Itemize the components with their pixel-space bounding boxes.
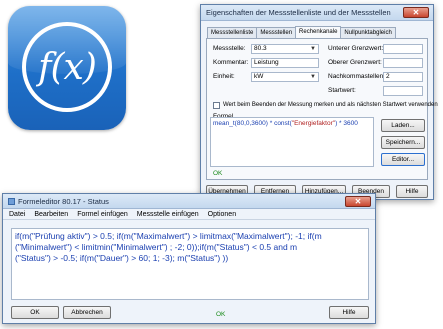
formula-field[interactable]: mean_t(80,0,3600) * const("Energiefaktor… (210, 117, 374, 167)
remember-value-checkbox[interactable] (213, 102, 220, 109)
app-icon: f(x) (8, 6, 126, 130)
kommentar-label: Kommentar: (213, 59, 249, 66)
function-icon: f(x) (22, 22, 112, 112)
menu-messstelle-einfuegen[interactable]: Messstelle einfügen (137, 211, 199, 218)
messstelle-label: Messstelle: (213, 45, 246, 52)
code-line: if(m("Prüfung aktiv") > 0.5; if(m("Maxim… (15, 231, 322, 241)
close-icon[interactable]: ✕ (345, 196, 371, 207)
nachkommastellen-field[interactable]: 2 (383, 72, 423, 82)
close-icon[interactable]: ✕ (403, 7, 429, 18)
help-button[interactable]: Hilfe (329, 306, 369, 319)
cancel-button[interactable]: Abbrechen (63, 306, 111, 319)
unterer-grenzwert-label: Unterer Grenzwert: (328, 45, 384, 52)
oberer-grenzwert-label: Oberer Grenzwert: (328, 59, 382, 66)
unterer-grenzwert-field[interactable] (383, 44, 423, 54)
function-label: f(x) (38, 46, 97, 88)
properties-titlebar: Eigenschaften der Messstellenliste und d… (201, 5, 433, 21)
messstelle-value: 80.3 (254, 45, 267, 52)
tab-rechenkanale[interactable]: Rechenkanale (295, 26, 342, 38)
editor-title: Formeleditor 80.17 - Status (18, 196, 109, 206)
startwert-field[interactable] (383, 86, 423, 96)
kommentar-field[interactable]: Leistung (251, 58, 319, 68)
code-line: ("Status") > -0.5; if(m("Dauer") > 60; 1… (15, 253, 229, 263)
nachkommastellen-label: Nachkommastellen: (328, 73, 386, 80)
tab-nullpunktabgleich[interactable]: Nullpunktabgleich (340, 27, 396, 38)
chevron-down-icon: ▼ (310, 46, 316, 52)
tab-messstellen[interactable]: Messstellen (256, 27, 297, 38)
chevron-down-icon: ▼ (310, 74, 316, 80)
tab-strip: Messstellenliste Messstellen Rechenkanal… (207, 26, 396, 38)
nachkommastellen-value: 2 (386, 73, 390, 80)
formula-part: mean_t(80,0,3600) * const( (213, 120, 292, 127)
formula-part: ) * 3600 (335, 120, 358, 127)
menu-optionen[interactable]: Optionen (208, 211, 236, 218)
formula-editor-window: Formeleditor 80.17 - Status ✕ Datei Bear… (2, 193, 376, 324)
properties-title: Eigenschaften der Messstellenliste und d… (206, 8, 391, 17)
formula-text: mean_t(80,0,3600) * const("Energiefaktor… (213, 120, 371, 127)
status-ok: OK (213, 170, 223, 177)
menu-formel-einfuegen[interactable]: Formel einfügen (77, 211, 128, 218)
einheit-select[interactable]: kW ▼ (251, 72, 319, 82)
einheit-label: Einheit: (213, 73, 235, 80)
remember-value-label: Wert beim Beenden der Messung merken und… (223, 102, 438, 108)
formula-string: "Energiefaktor" (291, 120, 336, 127)
save-button[interactable]: Speichern... (381, 136, 425, 149)
menu-datei[interactable]: Datei (9, 211, 25, 218)
menu-bearbeiten[interactable]: Bearbeiten (34, 211, 68, 218)
menu-bar: Datei Bearbeiten Formel einfügen Messste… (3, 209, 375, 220)
messstelle-select[interactable]: 80.3 ▼ (251, 44, 319, 54)
load-button[interactable]: Laden... (381, 119, 425, 132)
editor-app-icon (8, 197, 15, 205)
editor-status-ok: OK (216, 311, 226, 318)
startwert-label: Startwert: (328, 87, 356, 94)
editor-titlebar: Formeleditor 80.17 - Status ✕ (3, 194, 375, 209)
ok-button[interactable]: OK (11, 306, 59, 319)
tab-messstellenliste[interactable]: Messstellenliste (207, 27, 258, 38)
formula-editor-textarea[interactable]: if(m("Prüfung aktiv") > 0.5; if(m("Maxim… (11, 228, 369, 300)
einheit-value: kW (254, 73, 264, 80)
editor-button[interactable]: Editor... (381, 153, 425, 166)
code-line: ("Minimalwert") < limitmin("Minimalwert"… (15, 242, 298, 252)
kommentar-value: Leistung (254, 59, 279, 66)
oberer-grenzwert-field[interactable] (383, 58, 423, 68)
properties-window: Eigenschaften der Messstellenliste und d… (200, 4, 438, 200)
help-button[interactable]: Hilfe (396, 185, 428, 198)
